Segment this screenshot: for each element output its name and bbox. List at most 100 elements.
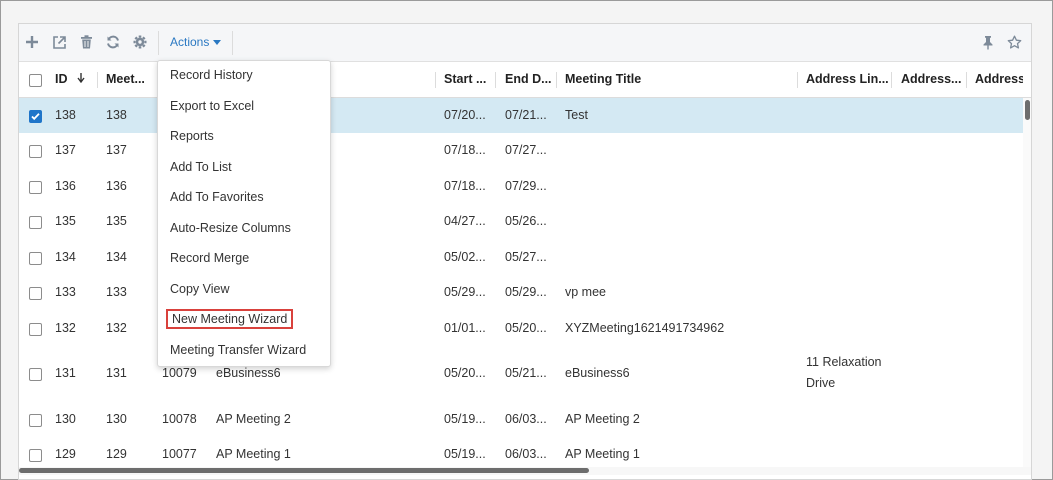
cell-end-date: 06/03... [505,411,547,426]
cell-id: 133 [55,285,76,299]
cell-id: 137 [55,143,76,157]
column-header-meeting[interactable]: Meet... [106,62,145,97]
column-header-address-line-2[interactable]: Address... [901,62,965,97]
actions-dropdown-button[interactable]: Actions [170,35,222,49]
scrollbar-thumb[interactable] [19,468,589,473]
cell-meeting-name: AP Meeting 1 [216,446,291,461]
row-checkbox[interactable] [29,448,42,462]
column-header-label: Meet... [106,72,145,86]
cell-meeting-title: Test [565,107,588,122]
menu-item-reports[interactable]: Reports [170,129,214,143]
row-checkbox[interactable] [29,145,42,158]
gear-icon[interactable] [131,33,149,51]
scrollbar-thumb[interactable] [1025,100,1030,120]
column-header-id[interactable]: ID [55,62,85,97]
app-frame: Actions ID Meet... Start ... End D... Me… [0,0,1053,480]
toolbar-divider [232,31,233,55]
column-header-label: Start ... [444,72,487,86]
cell-end-date: 07/21... [505,107,547,122]
cell-meeting-id: 131 [106,366,127,380]
cell-end-date: 05/21... [505,366,547,380]
cell-meeting-name: AP Meeting 2 [216,411,291,426]
column-divider [797,72,798,88]
column-header-address-line-1[interactable]: Address Lin... [806,62,892,97]
column-header-start-date[interactable]: Start ... [444,62,486,97]
cell-start-date: 07/20... [444,107,486,122]
cell-meeting-id: 136 [106,178,127,193]
column-header-label: Meeting Title [565,72,642,86]
column-divider [891,72,892,88]
cell-id: 130 [55,411,76,426]
menu-item-new-meeting-wizard[interactable]: New Meeting Wizard [166,309,294,329]
trash-icon[interactable] [77,33,95,51]
menu-item-export-to-excel[interactable]: Export to Excel [170,99,254,113]
cell-start-date: 05/20... [444,366,486,380]
cell-end-date: 07/27... [505,143,547,157]
row-checkbox[interactable] [29,109,42,123]
cell-start-date: 01/01... [444,320,486,335]
cell-end-date: 05/26... [505,214,547,228]
cell-end-date: 05/20... [505,320,547,335]
refresh-icon[interactable] [104,33,122,51]
cell-meeting-number: 10077 [162,446,197,461]
column-divider [495,72,496,88]
table-row[interactable]: 130 130 10078 AP Meeting 2 05/19... 06/03... A… [19,402,1031,438]
cell-start-date: 05/29... [444,285,486,299]
column-header-label: Address. [975,72,1023,86]
cell-meeting-title: eBusiness6 [565,366,630,380]
cell-meeting-number: 10078 [162,411,197,426]
row-checkbox[interactable] [29,180,42,194]
column-divider [966,72,967,88]
star-icon[interactable] [1005,33,1023,51]
cell-meeting-title: XYZMeeting1621491734962 [565,320,725,335]
cell-end-date: 06/03... [505,446,547,461]
cell-id: 135 [55,214,76,228]
menu-item-meeting-transfer-wizard[interactable]: Meeting Transfer Wizard [170,343,306,357]
select-all-checkbox[interactable] [29,74,42,87]
cell-meeting-name: eBusiness6 [216,366,281,380]
cell-start-date: 05/19... [444,411,486,426]
row-checkbox[interactable] [29,251,42,265]
menu-item-copy-view[interactable]: Copy View [170,282,230,296]
column-header-meeting-title[interactable]: Meeting Title [565,62,641,97]
cell-start-date: 04/27... [444,214,486,228]
cell-meeting-title: AP Meeting 2 [565,411,640,426]
cell-meeting-id: 137 [106,143,127,157]
row-checkbox[interactable] [29,322,42,336]
toolbar: Actions [19,24,1031,62]
horizontal-scrollbar[interactable] [19,467,1031,475]
menu-item-add-to-favorites[interactable]: Add To Favorites [170,190,264,204]
cell-end-date: 07/29... [505,178,547,193]
add-icon[interactable] [23,33,41,51]
cell-start-date: 07/18... [444,178,486,193]
column-header-end-date[interactable]: End D... [505,62,552,97]
cell-meeting-id: 132 [106,320,127,335]
menu-item-record-merge[interactable]: Record Merge [170,251,249,265]
arrow-down-icon [77,62,85,97]
row-checkbox[interactable] [29,216,42,229]
menu-item-add-to-list[interactable]: Add To List [170,160,232,174]
row-checkbox[interactable] [29,287,42,300]
column-header-label: End D... [505,72,552,86]
cell-meeting-id: 133 [106,285,127,299]
row-checkbox[interactable] [29,413,42,427]
cell-id: 134 [55,249,76,264]
cell-meeting-title: AP Meeting 1 [565,446,640,461]
row-checkbox[interactable] [29,368,42,381]
cell-id: 129 [55,446,76,461]
vertical-scrollbar[interactable] [1023,98,1031,468]
open-external-icon[interactable] [50,33,68,51]
menu-item-auto-resize-columns[interactable]: Auto-Resize Columns [170,221,291,235]
menu-item-record-history[interactable]: Record History [170,68,253,82]
cell-address-line-1: 11 Relaxation [806,355,882,369]
toolbar-divider [158,31,159,55]
column-divider [556,72,557,88]
actions-menu: Record History Export to Excel Reports A… [157,60,331,367]
cell-start-date: 07/18... [444,143,486,157]
column-header-label: Address Lin... [806,72,889,86]
column-header-address-line-3[interactable]: Address. [975,62,1023,97]
cell-meeting-id: 135 [106,214,127,228]
column-header-label: ID [55,72,68,86]
cell-end-date: 05/29... [505,285,547,299]
pin-icon[interactable] [979,33,997,51]
